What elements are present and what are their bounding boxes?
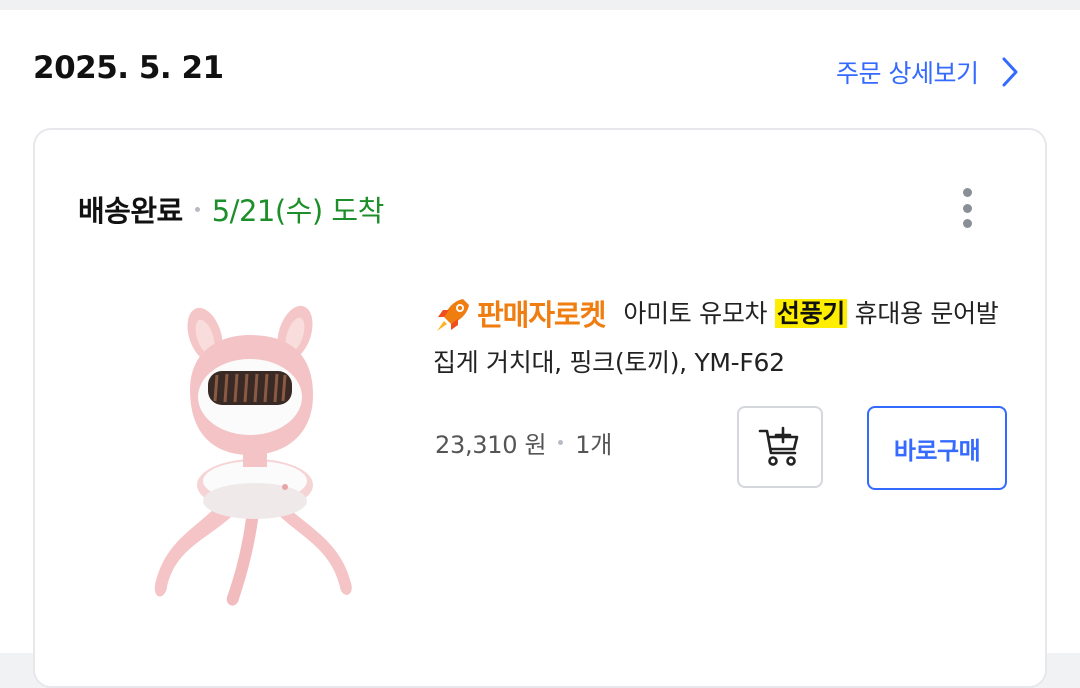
rocket-seller-badge: 판매자로켓 — [433, 291, 606, 339]
order-page: 2025. 5. 21 주문 상세보기 배송완료 5/21(수) 도착 판매자로… — [0, 10, 1080, 688]
pink-rabbit-stroller-fan-image[interactable] — [135, 295, 375, 615]
product-quantity: 1개 — [575, 431, 613, 459]
add-to-cart-icon — [758, 426, 799, 466]
shipment-status-row: 배송완료 5/21(수) 도착 — [78, 188, 384, 230]
price-row: 23,310 원 1개 — [435, 425, 612, 460]
product-price: 23,310 원 — [435, 431, 547, 459]
chevron-right-icon — [1002, 57, 1018, 87]
arrival-date: 5/21(수) 도착 — [211, 194, 385, 228]
order-card: 배송완료 5/21(수) 도착 판매자로켓 아미토 유모차 선풍기 휴대용 문어… — [33, 128, 1047, 688]
separator-dot — [558, 440, 564, 445]
add-to-cart-button[interactable] — [737, 406, 823, 488]
more-options-button[interactable] — [955, 186, 979, 230]
product-title-highlight: 선풍기 — [774, 299, 848, 328]
more-dot-icon — [962, 203, 972, 213]
order-date: 2025. 5. 21 — [33, 50, 224, 86]
top-strip — [0, 0, 1080, 10]
product-title[interactable]: 판매자로켓 아미토 유모차 선풍기 휴대용 문어발 집게 거치대, 핑크(토끼)… — [433, 290, 1003, 387]
more-dot-icon — [962, 188, 972, 197]
order-detail-label: 주문 상세보기 — [836, 59, 979, 88]
order-detail-link[interactable]: 주문 상세보기 — [836, 50, 1020, 94]
more-dot-icon — [962, 219, 972, 228]
shipment-status: 배송완료 — [78, 194, 183, 228]
product-title-text: 아미토 유모차 — [623, 299, 775, 328]
rocket-icon — [437, 299, 469, 331]
buy-now-button[interactable]: 바로구매 — [867, 406, 1007, 490]
separator-dot — [194, 206, 200, 212]
rocket-badge-label: 판매자로켓 — [477, 298, 606, 332]
